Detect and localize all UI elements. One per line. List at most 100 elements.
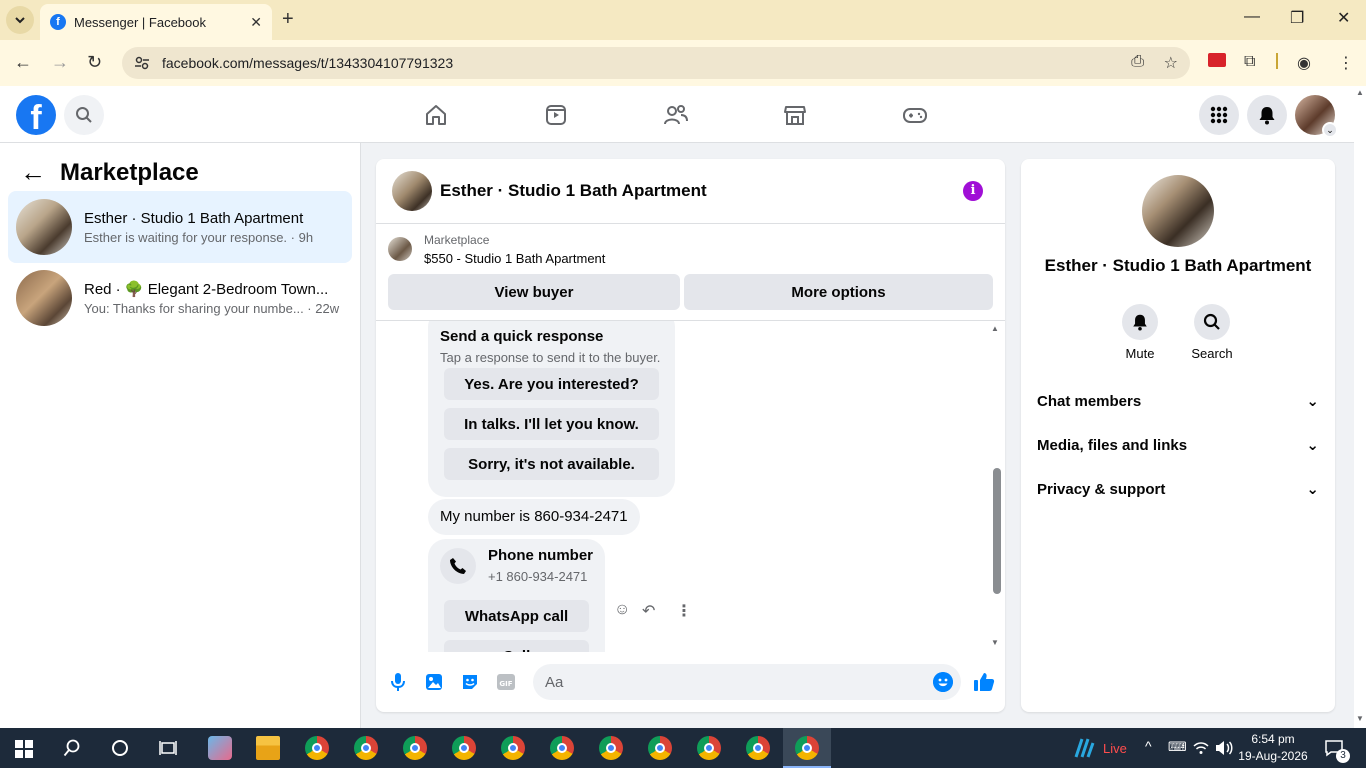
media-files-links-section[interactable]: Media, files and links ⌄	[1037, 436, 1319, 455]
facebook-logo-icon[interactable]: f	[16, 95, 56, 137]
notifications-button[interactable]	[1247, 95, 1287, 135]
svg-text:GIF: GIF	[499, 680, 512, 688]
more-options-button[interactable]: More options	[684, 274, 993, 310]
back-icon[interactable]: ←	[14, 52, 32, 73]
chrome-profile-icon[interactable]	[746, 736, 770, 760]
listing-thumbnail	[16, 270, 72, 326]
sticker-icon[interactable]	[460, 672, 480, 692]
close-window-icon[interactable]: ✕	[1337, 8, 1350, 28]
restore-icon[interactable]: ❐	[1290, 8, 1304, 28]
reload-icon[interactable]: ↻	[87, 52, 102, 73]
tab-search-button[interactable]	[6, 6, 34, 34]
chat-members-section[interactable]: Chat members ⌄	[1037, 392, 1319, 411]
file-explorer-icon[interactable]	[256, 736, 280, 760]
omnibox[interactable]: facebook.com/messages/t/1343304107791323…	[122, 47, 1190, 79]
site-settings-icon[interactable]	[134, 55, 150, 71]
clock-time[interactable]: 6:54 pm	[1242, 732, 1304, 746]
mute-action[interactable]: Mute	[1110, 304, 1170, 361]
call-button[interactable]: Call	[444, 640, 589, 652]
gif-icon[interactable]: GIF	[496, 672, 516, 692]
chrome-profile-icon[interactable]	[501, 736, 525, 760]
close-tab-icon[interactable]: ✕	[250, 14, 262, 31]
clock-date[interactable]: 19-Aug-2026	[1238, 749, 1308, 763]
chrome-profile-icon[interactable]	[354, 736, 378, 760]
extensions-puzzle-icon[interactable]: ⧉	[1244, 53, 1255, 71]
scroll-thumb[interactable]	[993, 468, 1001, 594]
quick-response-option[interactable]: Yes. Are you interested?	[444, 368, 659, 400]
info-icon[interactable]: i	[963, 181, 983, 201]
install-app-icon[interactable]: ⎙	[1131, 53, 1144, 71]
chevron-down-icon[interactable]: ⌄	[1322, 122, 1338, 138]
scroll-down-icon[interactable]: ▼	[1356, 714, 1364, 723]
search-icon	[1203, 313, 1220, 330]
chevron-down-icon: ⌄	[1306, 393, 1319, 410]
search-action[interactable]: Search	[1182, 304, 1242, 361]
chrome-profile-icon[interactable]	[795, 736, 819, 760]
whatsapp-call-button[interactable]: WhatsApp call	[444, 600, 589, 632]
scroll-up-icon[interactable]: ▲	[991, 324, 999, 333]
chrome-profile-icon[interactable]	[452, 736, 476, 760]
tray-overflow-icon[interactable]: ^	[1145, 738, 1152, 754]
more-actions-icon[interactable]: ⋮	[676, 601, 692, 621]
emoji-icon[interactable]	[933, 672, 953, 692]
live-cricket-icon[interactable]	[1073, 737, 1095, 759]
listing-summary[interactable]: Marketplace $550 - Studio 1 Bath Apartme…	[388, 233, 605, 266]
taskbar-search-icon[interactable]	[63, 739, 81, 757]
photo-icon[interactable]	[424, 672, 444, 692]
live-label[interactable]: Live	[1103, 741, 1127, 756]
menu-button[interactable]	[1199, 95, 1239, 135]
chat-title[interactable]: Esther · Studio 1 Bath Apartment	[440, 181, 707, 201]
view-buyer-button[interactable]: View buyer	[388, 274, 680, 310]
chat-avatar[interactable]	[392, 171, 432, 211]
forward-icon[interactable]: →	[51, 52, 69, 73]
chrome-profile-icon[interactable]	[697, 736, 721, 760]
message-input[interactable]: Aa	[533, 664, 961, 700]
volume-icon[interactable]	[1215, 740, 1233, 756]
sidebar-title: Marketplace	[60, 158, 199, 186]
search-button[interactable]	[64, 95, 104, 135]
message-input-placeholder: Aa	[545, 673, 564, 691]
thumbs-up-icon[interactable]	[973, 671, 995, 693]
scroll-up-icon[interactable]: ▲	[1356, 88, 1364, 97]
minimize-icon[interactable]: —	[1244, 8, 1260, 26]
paint-app-icon[interactable]	[208, 736, 232, 760]
back-arrow-icon[interactable]: ←	[20, 157, 46, 188]
friends-nav[interactable]	[661, 100, 691, 130]
account-avatar[interactable]: ⌄	[1295, 95, 1338, 138]
react-emoji-icon[interactable]: ☺	[614, 601, 630, 619]
reply-icon[interactable]: ↶	[642, 601, 655, 621]
browser-menu-icon[interactable]: ⋮	[1338, 53, 1354, 73]
extension-red-icon[interactable]	[1208, 53, 1226, 67]
video-nav[interactable]	[541, 100, 571, 130]
conversation-item[interactable]: Red · 🌳 Elegant 2-Bedroom Town... You: T…	[8, 262, 352, 334]
chat-scrollbar[interactable]: ▲ ▼	[990, 324, 1002, 650]
chrome-profile-icon[interactable]	[648, 736, 672, 760]
message-text: My number is 860-934-2471	[440, 508, 628, 525]
bookmark-star-icon[interactable]: ☆	[1164, 53, 1178, 73]
windows-start-icon[interactable]	[15, 740, 33, 758]
page-scrollbar[interactable]: ▲ ▼	[1354, 86, 1366, 728]
quick-response-option[interactable]: Sorry, it's not available.	[444, 448, 659, 480]
chrome-profile-icon[interactable]	[599, 736, 623, 760]
marketplace-nav[interactable]	[780, 100, 810, 130]
language-icon[interactable]: ⌨	[1168, 739, 1187, 755]
cortana-icon[interactable]	[111, 739, 129, 757]
home-nav[interactable]	[421, 100, 451, 130]
chrome-profile-icon[interactable]	[550, 736, 574, 760]
chrome-profile-icon[interactable]	[403, 736, 427, 760]
conversation-item[interactable]: Esther · Studio 1 Bath Apartment Esther …	[8, 191, 352, 263]
new-tab-icon[interactable]: +	[282, 8, 294, 31]
phone-icon	[450, 558, 466, 574]
wifi-icon[interactable]	[1193, 741, 1209, 755]
browser-tab[interactable]: f Messenger | Facebook ✕	[40, 4, 272, 40]
video-icon	[546, 105, 566, 125]
profile-icon[interactable]: ◉	[1297, 53, 1311, 73]
listing-large-thumbnail[interactable]	[1142, 175, 1214, 247]
microphone-icon[interactable]	[388, 672, 408, 692]
quick-response-option[interactable]: In talks. I'll let you know.	[444, 408, 659, 440]
chrome-icon[interactable]	[305, 736, 329, 760]
gaming-nav[interactable]	[900, 100, 930, 130]
task-view-icon[interactable]	[159, 739, 177, 757]
privacy-support-section[interactable]: Privacy & support ⌄	[1037, 480, 1319, 499]
scroll-down-icon[interactable]: ▼	[991, 638, 999, 647]
